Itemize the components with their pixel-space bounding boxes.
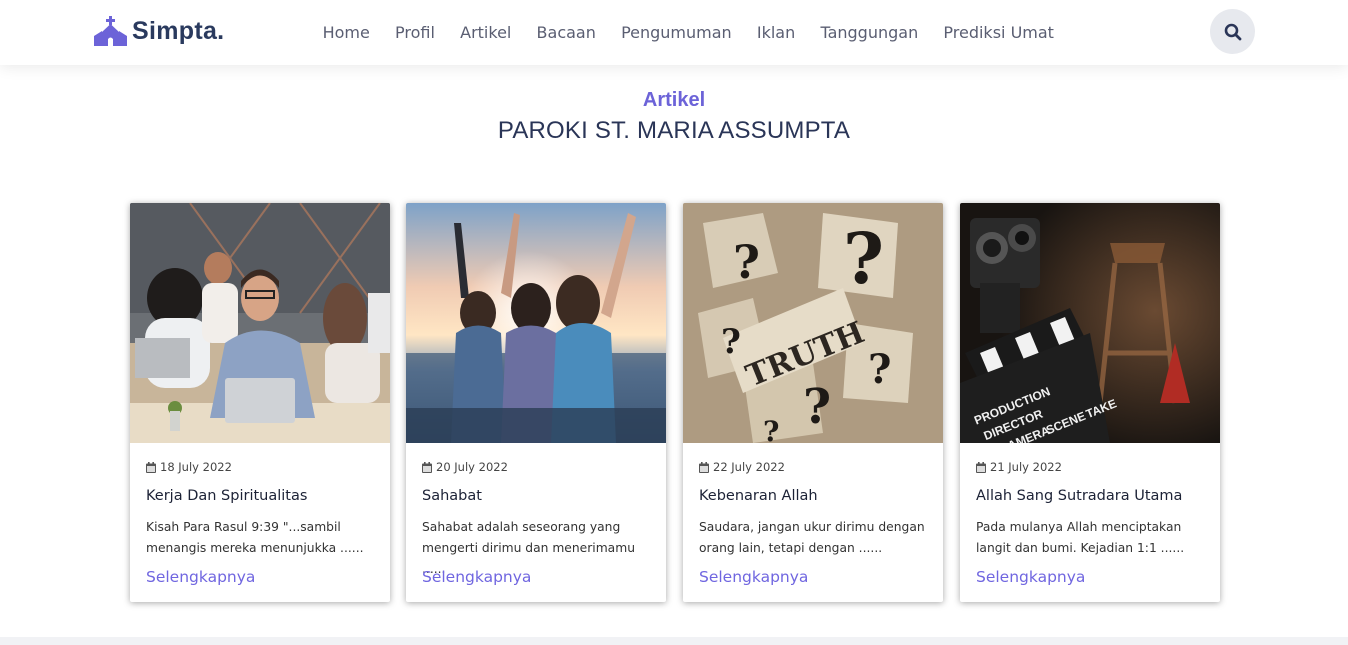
search-button[interactable] <box>1210 9 1255 54</box>
article-title[interactable]: Kerja Dan Spiritualitas <box>146 488 307 504</box>
calendar-icon <box>976 461 986 473</box>
article-date: 21 July 2022 <box>976 460 1062 474</box>
article-image-friends[interactable] <box>406 203 666 443</box>
site-header: Simpta. Home Profil Artikel Bacaan Pengu… <box>0 0 1348 65</box>
excerpt-line: orang lain, tetapi dengan ...... <box>699 541 883 555</box>
logo[interactable]: Simpta. <box>94 14 224 48</box>
article-title[interactable]: Sahabat <box>422 488 482 504</box>
article-image-work[interactable] <box>130 203 390 443</box>
logo-text: Simpta. <box>132 16 225 45</box>
article-card: TRUTH ? ? ? ? ? ? 22 July 2022 Kebenaran… <box>683 203 943 602</box>
svg-text:?: ? <box>868 346 891 393</box>
excerpt-line: Kisah Para Rasul 9:39 "...sambil <box>146 520 341 534</box>
article-date: 22 July 2022 <box>699 460 785 474</box>
nav-item-artikel[interactable]: Artikel <box>448 23 524 42</box>
calendar-icon <box>699 461 709 473</box>
truth-question-marks-photo: TRUTH ? ? ? ? ? ? <box>683 203 943 443</box>
nav-item-profil[interactable]: Profil <box>382 23 447 42</box>
article-excerpt: Pada mulanya Allah menciptakan langit da… <box>976 517 1212 559</box>
article-date: 20 July 2022 <box>422 460 508 474</box>
nav-item-bacaan[interactable]: Bacaan <box>524 23 609 42</box>
section-kicker: Artikel <box>642 89 706 111</box>
article-excerpt: Saudara, jangan ukur dirimu dengan orang… <box>699 517 935 559</box>
calendar-icon <box>422 461 432 473</box>
svg-text:?: ? <box>803 379 831 435</box>
read-more-link[interactable]: Selengkapnya <box>976 568 1085 586</box>
nav-item-pengumuman[interactable]: Pengumuman <box>608 23 744 42</box>
article-date-text: 20 July 2022 <box>436 460 508 474</box>
excerpt-line: Saudara, jangan ukur dirimu dengan <box>699 520 925 534</box>
article-excerpt: Kisah Para Rasul 9:39 "...sambil menangi… <box>146 517 382 559</box>
excerpt-line: menangis mereka menunjukka ...... <box>146 541 364 555</box>
church-icon <box>94 16 127 46</box>
excerpt-line: Pada mulanya Allah menciptakan <box>976 520 1182 534</box>
article-date-text: 18 July 2022 <box>160 460 232 474</box>
nav-item-tanggungan[interactable]: Tanggungan <box>808 23 931 42</box>
article-title[interactable]: Kebenaran Allah <box>699 488 818 504</box>
office-meditation-photo <box>130 203 390 443</box>
nav-item-home[interactable]: Home <box>310 23 382 42</box>
article-card: PRODUCTION DIRECTOR CAMERA SCENE TAKE 21… <box>960 203 1220 602</box>
excerpt-line: Sahabat adalah seseorang yang <box>422 520 621 534</box>
excerpt-line: langit dan bumi. Kejadian 1:1 ...... <box>976 541 1185 555</box>
search-icon <box>1224 23 1241 40</box>
article-image-director[interactable]: PRODUCTION DIRECTOR CAMERA SCENE TAKE <box>960 203 1220 443</box>
article-card: 18 July 2022 Kerja Dan Spiritualitas Kis… <box>130 203 390 602</box>
read-more-link[interactable]: Selengkapnya <box>699 568 808 586</box>
footer-strip <box>0 637 1348 645</box>
article-card: 20 July 2022 Sahabat Sahabat adalah sese… <box>406 203 666 602</box>
film-clapperboard-photo: PRODUCTION DIRECTOR CAMERA SCENE TAKE <box>960 203 1220 443</box>
calendar-icon <box>146 461 156 473</box>
svg-text:?: ? <box>733 235 760 289</box>
article-date: 18 July 2022 <box>146 460 232 474</box>
nav-item-prediksi-umat[interactable]: Prediksi Umat <box>931 23 1067 42</box>
article-date-text: 22 July 2022 <box>713 460 785 474</box>
svg-text:?: ? <box>763 415 779 443</box>
svg-text:?: ? <box>843 217 884 300</box>
read-more-link[interactable]: Selengkapnya <box>422 568 531 586</box>
nav-item-iklan[interactable]: Iklan <box>744 23 808 42</box>
article-image-truth[interactable]: TRUTH ? ? ? ? ? ? <box>683 203 943 443</box>
section-title: PAROKI ST. MARIA ASSUMPTA <box>497 117 851 144</box>
friends-sunset-photo <box>406 203 666 443</box>
read-more-link[interactable]: Selengkapnya <box>146 568 255 586</box>
article-date-text: 21 July 2022 <box>990 460 1062 474</box>
article-title[interactable]: Allah Sang Sutradara Utama <box>976 488 1182 504</box>
main-nav: Home Profil Artikel Bacaan Pengumuman Ik… <box>310 0 1067 65</box>
svg-text:?: ? <box>721 322 741 362</box>
